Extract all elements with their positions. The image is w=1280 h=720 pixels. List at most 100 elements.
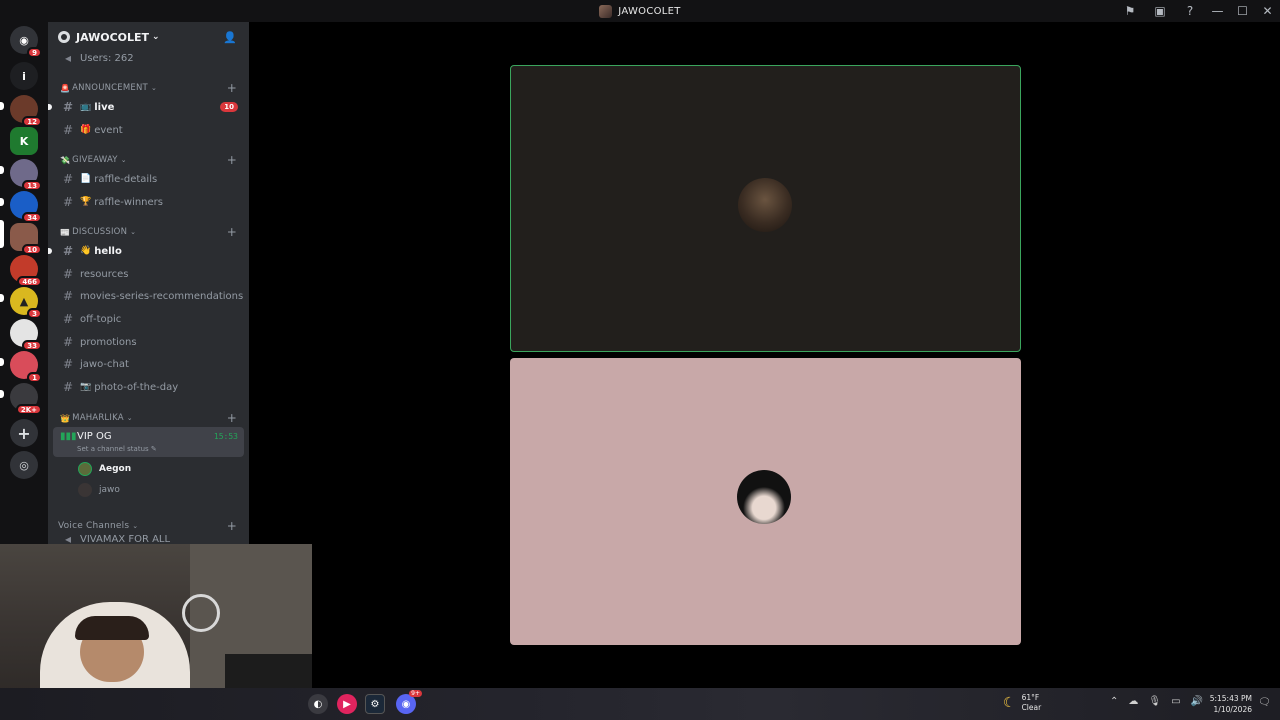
voice-channel-vivamax[interactable]: ◂ VIVAMAX FOR ALL [48, 534, 249, 544]
channel-raffle-details[interactable]: # 📄 raffle-details [48, 169, 249, 189]
category-discussion[interactable]: 📰 DISCUSSION ⌄ + [48, 225, 249, 239]
speaker-icon: ◂ [64, 51, 72, 65]
server-avatar-icon [599, 4, 613, 18]
server-icon[interactable]: K [10, 127, 38, 155]
hash-icon: # [62, 289, 74, 303]
notification-badge: 13 [22, 180, 42, 191]
category-announcement[interactable]: 🚨 ANNOUNCEMENT ⌄ + [48, 81, 249, 95]
hash-icon: # [62, 195, 74, 209]
hash-icon: # [62, 380, 74, 394]
close-icon[interactable]: ✕ [1255, 0, 1280, 22]
notification-badge: 1 [27, 372, 42, 383]
weather-widget[interactable]: ☾ 61°F Clear [1003, 693, 1041, 713]
category-maharlika[interactable]: 👑 MAHARLIKA ⌄ + [48, 411, 249, 425]
person-hair [75, 616, 149, 640]
server-icon[interactable]: 33 [10, 319, 42, 351]
voice-activity-icon: ▮▮▮ [60, 431, 77, 442]
microphone-icon[interactable]: 🎙 [1148, 696, 1161, 707]
taskbar-clock[interactable]: 5:15:43 PM 1/10/2026 [1206, 693, 1252, 715]
channel-event[interactable]: # 🎁 event [48, 120, 249, 140]
voice-user-name: Aegon [99, 464, 132, 474]
window-title: JAWOCOLET [599, 4, 680, 18]
create-channel-icon[interactable]: + [227, 411, 237, 425]
create-channel-icon[interactable]: + [227, 81, 237, 95]
network-icon[interactable]: ▭ [1171, 696, 1180, 707]
server-info-glyph: i [22, 69, 26, 83]
channel-status-prompt[interactable]: Set a channel status ✎ [77, 445, 157, 453]
category-label: ANNOUNCEMENT [72, 83, 148, 93]
media-player-icon[interactable]: ▶ [337, 694, 357, 714]
voice-channel-vip-og[interactable]: ▮▮▮ VIP OG 15:53 Set a channel status ✎ [53, 427, 244, 457]
chevron-up-icon[interactable]: ⌃ [1110, 696, 1118, 707]
inbox-icon[interactable]: ▣ [1145, 0, 1175, 22]
unread-pill [0, 198, 4, 206]
volume-icon[interactable]: 🔊 [1191, 696, 1203, 707]
channel-movies-series-recommendations[interactable]: # movies-series-recommendations [48, 286, 249, 306]
channel-hello[interactable]: # 👋 hello [48, 241, 249, 261]
server-icon[interactable]: 466 [10, 255, 42, 287]
server-icon-active[interactable]: 10 [10, 223, 42, 255]
onedrive-icon[interactable]: ☁ [1128, 696, 1138, 707]
create-channel-icon[interactable]: + [227, 153, 237, 167]
channel-resources[interactable]: # resources [48, 264, 249, 284]
add-member-icon[interactable]: 👤 [223, 31, 237, 44]
participant-tile-speaking[interactable] [510, 65, 1021, 352]
create-channel-icon[interactable]: + [227, 225, 237, 239]
avatar [738, 178, 792, 232]
notification-badge: 9+ [409, 690, 422, 697]
server-icon[interactable]: 13 [10, 159, 42, 191]
notification-badge: 2K+ [15, 404, 42, 415]
plus-icon: + [17, 423, 31, 443]
moon-icon: ☾ [1003, 695, 1016, 711]
mention-badge: 10 [220, 102, 238, 112]
voice-call-stage [249, 22, 1280, 688]
category-label: Voice Channels [58, 521, 130, 531]
channel-emoji: 🎁 [80, 125, 92, 135]
channel-label: off-topic [80, 313, 122, 325]
voice-user-aegon[interactable]: Aegon [78, 460, 131, 478]
discover-button[interactable]: ◎ [10, 451, 38, 479]
weather-temp: 61°F [1021, 693, 1040, 702]
clock-date: 1/10/2026 [1213, 705, 1252, 714]
discord-taskbar-icon[interactable]: ◉ 9+ [396, 690, 422, 714]
add-server-button[interactable]: + [10, 419, 38, 447]
chevron-down-icon: ⌄ [126, 414, 133, 422]
channel-label: jawo-chat [80, 358, 129, 370]
channel-raffle-winners[interactable]: # 🏆 raffle-winners [48, 192, 249, 212]
steam-icon[interactable]: ⚙ [365, 694, 385, 714]
channel-photo-of-the-day[interactable]: # 📷 photo-of-the-day [48, 377, 249, 397]
hash-icon: # [62, 244, 74, 258]
category-voice-channels[interactable]: Voice Channels ⌄ + [48, 519, 249, 533]
create-channel-icon[interactable]: + [227, 519, 237, 533]
clock-time: 5:15:43 PM [1209, 694, 1252, 703]
system-tray: ⌃ ☁ 🎙 ▭ 🔊 [1110, 696, 1203, 707]
server-info-button[interactable]: i [10, 62, 38, 90]
server-icon[interactable]: 12 [10, 95, 42, 127]
notification-icon[interactable]: 🗨 [1258, 697, 1271, 708]
unread-pill [0, 166, 4, 174]
help-icon[interactable]: ? [1175, 0, 1205, 22]
channel-jawo-chat[interactable]: # jawo-chat [48, 354, 249, 374]
server-icon[interactable]: 1 [10, 351, 42, 383]
category-giveaway[interactable]: 💸 GIVEAWAY ⌄ + [48, 153, 249, 167]
taskbar-app-icon[interactable]: ◐ [308, 694, 328, 714]
server-folder[interactable]: 2K+ [10, 383, 42, 415]
chevron-down-icon: ⌄ [130, 228, 137, 236]
category-label: GIVEAWAY [72, 155, 118, 165]
server-icon[interactable]: 34 [10, 191, 42, 223]
category-label: DISCUSSION [72, 227, 128, 237]
server-icon[interactable]: ▲ 3 [10, 287, 42, 319]
channel-off-topic[interactable]: # off-topic [48, 309, 249, 329]
voice-user-jawo[interactable]: jawo [78, 481, 120, 499]
flag-icon[interactable]: ⚑ [1115, 0, 1145, 22]
channel-live[interactable]: # 📺 live 10 [48, 97, 249, 117]
category-emoji: 💸 [60, 155, 71, 165]
compass-icon: ◎ [19, 458, 29, 472]
channel-promotions[interactable]: # promotions [48, 332, 249, 352]
discord-home-button[interactable]: ◉ 9 [10, 26, 42, 58]
channel-label: raffle-winners [94, 196, 163, 208]
hash-icon: # [62, 123, 74, 137]
maximize-icon[interactable]: ☐ [1230, 0, 1255, 22]
participant-tile[interactable] [510, 358, 1021, 645]
minimize-icon[interactable]: — [1205, 0, 1230, 22]
